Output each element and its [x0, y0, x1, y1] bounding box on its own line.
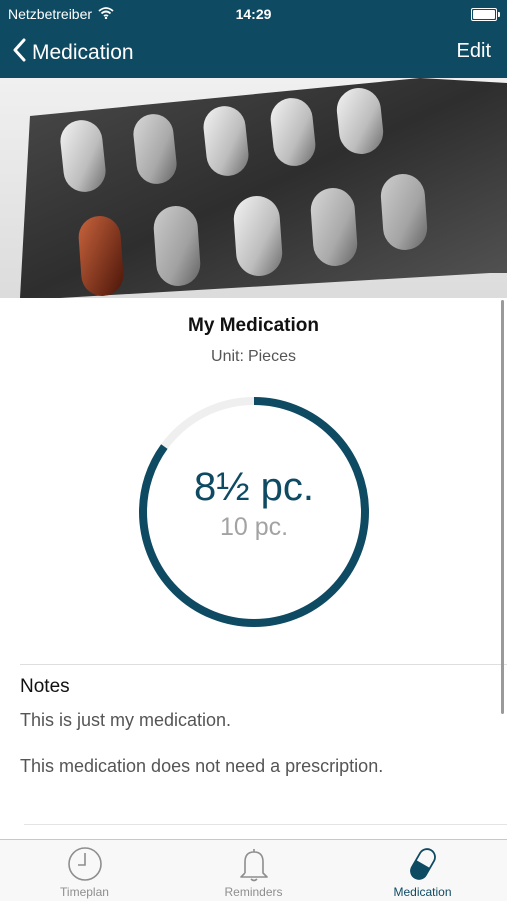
pill-icon: [338, 846, 507, 882]
back-button[interactable]: Medication: [12, 38, 134, 67]
unit-label: Unit:: [211, 348, 244, 365]
tab-bar: Timeplan Reminders Medication: [0, 839, 507, 901]
tab-label: Medication: [393, 885, 452, 899]
total-amount: 10 pc.: [219, 513, 289, 541]
status-time: 14:29: [235, 6, 272, 22]
back-button-label: Medication: [32, 40, 134, 64]
notes-body: This is just my medication. This medicat…: [20, 708, 490, 800]
chevron-left-icon: [12, 38, 26, 67]
clock-icon: [0, 846, 169, 882]
edit-button[interactable]: Edit: [457, 40, 491, 63]
divider: [20, 664, 507, 665]
tab-label: Reminders: [224, 885, 283, 899]
medication-photo: [0, 78, 507, 298]
battery-icon: [471, 8, 500, 21]
bell-icon: [169, 846, 338, 882]
medication-name: My Medication: [188, 315, 319, 336]
remaining-progress-ring: 8½ pc. 10 pc.: [137, 395, 371, 629]
status-bar: Netzbetreiber 14:29: [0, 0, 507, 28]
unit-line: Unit: Pieces: [0, 348, 507, 366]
scrollbar[interactable]: [501, 300, 504, 714]
tab-label: Timeplan: [60, 885, 109, 899]
unit-value: Pieces: [247, 348, 296, 365]
navigation-bar: Medication Edit: [0, 28, 507, 78]
tab-medication[interactable]: Medication: [338, 840, 507, 901]
current-amount: 8½ pc.: [193, 465, 315, 509]
notes-paragraph: This is just my medication.: [20, 710, 232, 730]
tab-reminders[interactable]: Reminders: [169, 840, 338, 901]
divider: [24, 824, 507, 825]
notes-heading: Notes: [20, 676, 70, 697]
notes-paragraph: This medication does not need a prescrip…: [20, 756, 384, 776]
tab-timeplan[interactable]: Timeplan: [0, 840, 169, 901]
